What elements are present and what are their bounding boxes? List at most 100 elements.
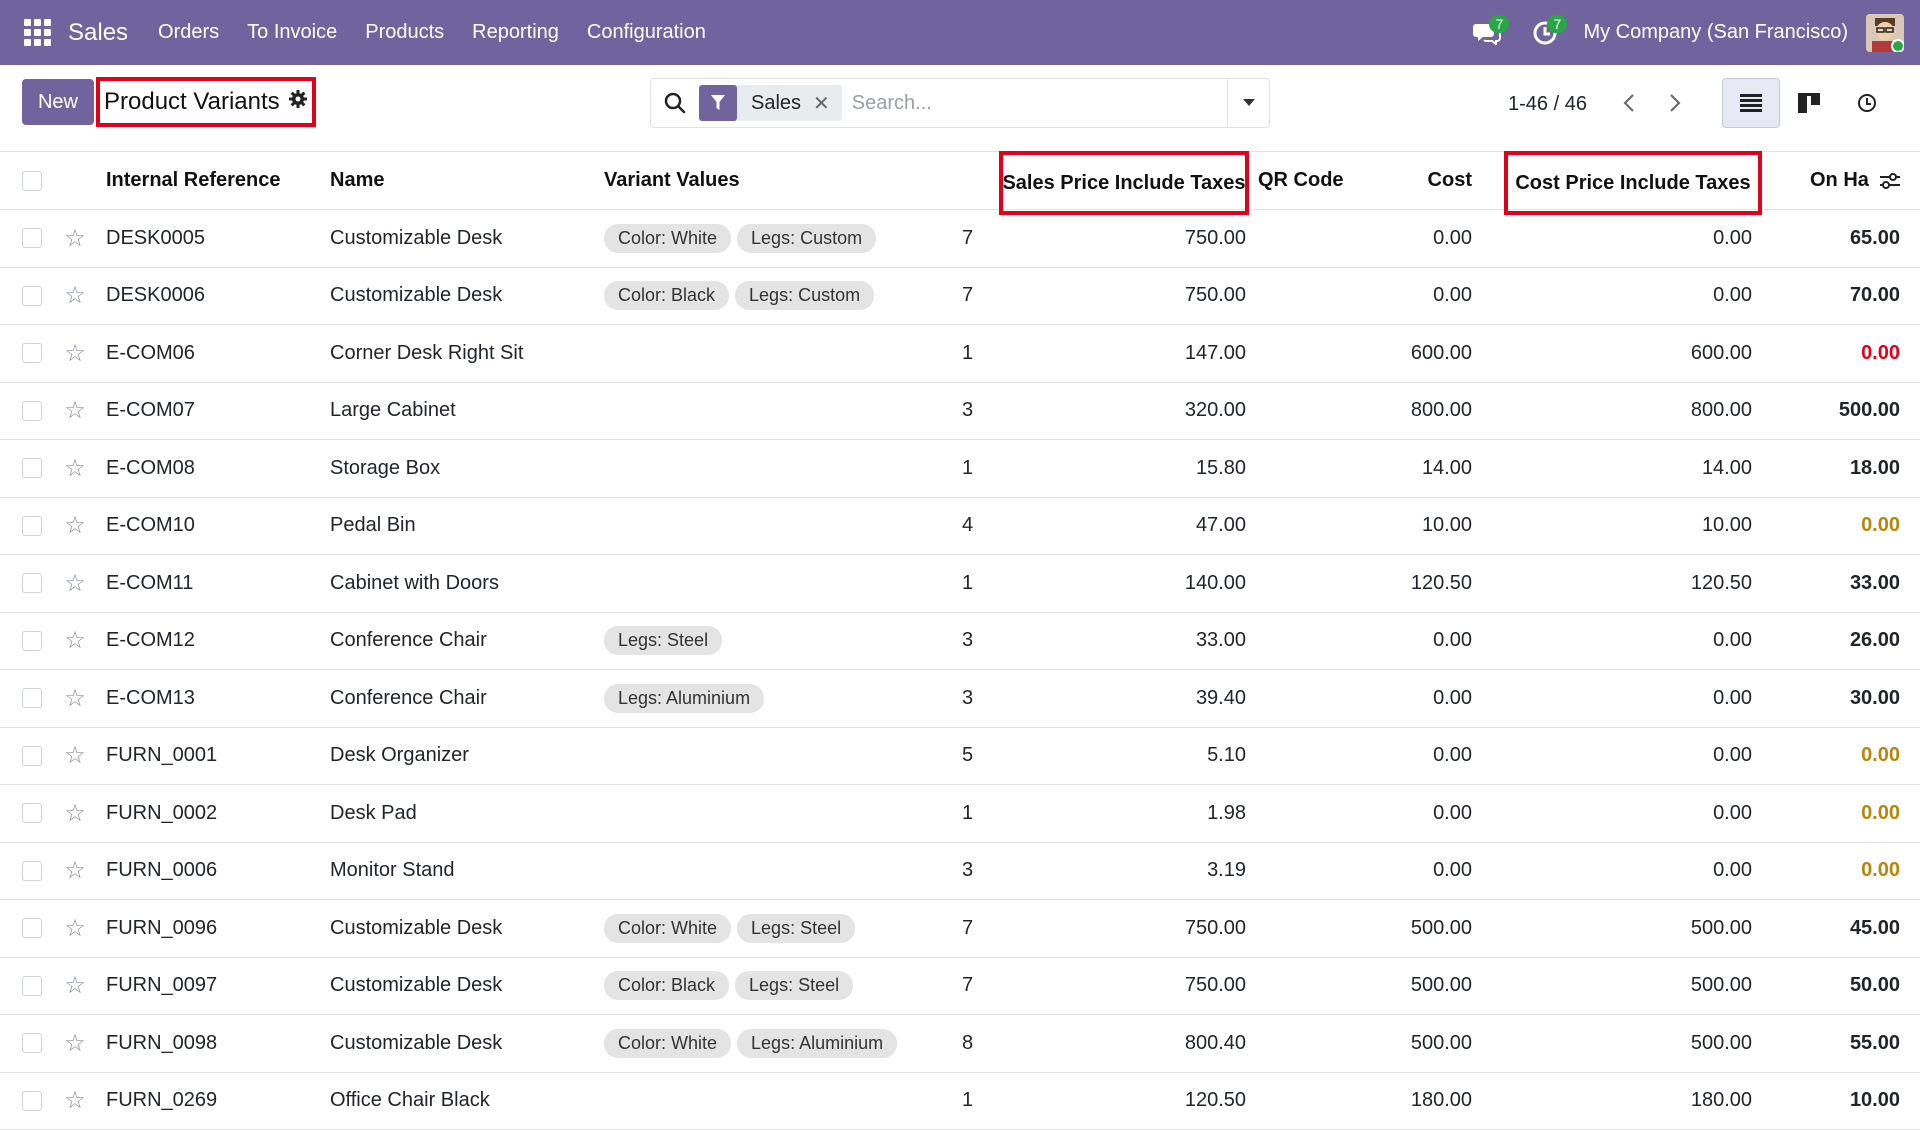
column-header-variant-values[interactable]: Variant Values [604,152,964,209]
favorite-star-icon[interactable]: ☆ [62,1015,88,1072]
menu-products[interactable]: Products [365,21,444,44]
favorite-star-icon[interactable]: ☆ [62,728,88,785]
menu-configuration[interactable]: Configuration [587,21,706,44]
cell-on-hand: 70.00 [1760,268,1900,325]
menu-orders[interactable]: Orders [158,21,219,44]
pager-previous-button[interactable] [1614,87,1644,119]
select-all-checkbox[interactable] [22,152,44,209]
favorite-star-icon[interactable]: ☆ [62,440,88,497]
remove-facet-icon[interactable]: ✕ [813,91,842,116]
table-row[interactable]: ☆DESK0006Customizable DeskColor: BlackLe… [0,268,1920,326]
cell-cost-price-include-taxes: 120.50 [1500,555,1752,612]
list-view-button[interactable] [1722,78,1780,128]
row-checkbox[interactable] [22,268,44,325]
apps-menu-icon[interactable] [24,19,52,47]
cell-cost: 600.00 [1260,325,1472,382]
table-row[interactable]: ☆FURN_0097Customizable DeskColor: BlackL… [0,958,1920,1016]
menu-reporting[interactable]: Reporting [472,21,559,44]
row-checkbox[interactable] [22,785,44,842]
favorite-star-icon[interactable]: ☆ [62,670,88,727]
cell-name: Corner Desk Right Sit [330,325,600,382]
row-checkbox[interactable] [22,555,44,612]
column-header-cost[interactable]: Cost [1380,152,1472,209]
kanban-view-button[interactable] [1780,78,1838,128]
clock-icon [1857,93,1877,113]
favorite-star-icon[interactable]: ☆ [62,958,88,1015]
cell-sales-price-include-taxes: 800.40 [1000,1015,1246,1072]
search-input[interactable] [852,92,1227,115]
table-row[interactable]: ☆E-COM13Conference ChairLegs: Aluminium3… [0,670,1920,728]
cell-on-hand: 55.00 [1760,1015,1900,1072]
column-header-name[interactable]: Name [330,152,600,209]
column-header-internal-reference[interactable]: Internal Reference [106,152,316,209]
table-row[interactable]: ☆E-COM06Corner Desk Right Sit1147.00600.… [0,325,1920,383]
favorite-star-icon[interactable]: ☆ [62,325,88,382]
messages-button[interactable]: 7 [1467,13,1507,53]
table-row[interactable]: ☆E-COM08Storage Box115.8014.0014.0018.00 [0,440,1920,498]
new-button[interactable]: New [22,79,94,125]
favorite-star-icon[interactable]: ☆ [62,1073,88,1130]
row-checkbox[interactable] [22,843,44,900]
cell-qr-code: 1 [962,555,974,612]
cell-sales-price-include-taxes: 120.50 [1000,1073,1246,1130]
chevron-left-icon [1622,93,1636,113]
row-checkbox[interactable] [22,958,44,1015]
cell-cost-price-include-taxes: 800.00 [1500,383,1752,440]
search-options-toggle[interactable] [1227,79,1269,127]
activities-button[interactable]: 7 [1525,13,1565,53]
user-avatar[interactable] [1866,14,1904,52]
favorite-star-icon[interactable]: ☆ [62,613,88,670]
row-checkbox[interactable] [22,900,44,957]
row-checkbox[interactable] [22,210,44,267]
app-name[interactable]: Sales [68,19,128,47]
row-checkbox[interactable] [22,1073,44,1130]
favorite-star-icon[interactable]: ☆ [62,555,88,612]
row-checkbox[interactable] [22,613,44,670]
cell-sales-price-include-taxes: 3.19 [1000,843,1246,900]
favorite-star-icon[interactable]: ☆ [62,383,88,440]
column-header-on-hand[interactable]: On Ha [1810,152,1910,209]
pager-value[interactable]: 1-46 / 46 [1508,93,1587,116]
favorite-star-icon[interactable]: ☆ [62,268,88,325]
table-row[interactable]: ☆FURN_0096Customizable DeskColor: WhiteL… [0,900,1920,958]
row-checkbox[interactable] [22,440,44,497]
table-row[interactable]: ☆FURN_0006Monitor Stand33.190.000.000.00 [0,843,1920,901]
column-header-qr-code[interactable]: QR Code [1258,152,1378,209]
favorite-star-icon[interactable]: ☆ [62,498,88,555]
table-row[interactable]: ☆FURN_0269Office Chair Black1120.50180.0… [0,1073,1920,1130]
cell-name: Monitor Stand [330,843,600,900]
breadcrumb: Product Variants [96,77,316,127]
search-icon[interactable] [651,92,699,114]
cell-cost: 0.00 [1260,210,1472,267]
favorite-star-icon[interactable]: ☆ [62,785,88,842]
cell-sales-price-include-taxes: 140.00 [1000,555,1246,612]
cell-cost-price-include-taxes: 14.00 [1500,440,1752,497]
activity-view-button[interactable] [1838,78,1896,128]
row-checkbox[interactable] [22,1015,44,1072]
table-row[interactable]: ☆FURN_0098Customizable DeskColor: WhiteL… [0,1015,1920,1073]
row-checkbox[interactable] [22,383,44,440]
company-switcher[interactable]: My Company (San Francisco) [1583,21,1848,44]
favorite-star-icon[interactable]: ☆ [62,843,88,900]
variant-value-tag: Color: Black [604,971,729,1000]
table-row[interactable]: ☆DESK0005Customizable DeskColor: WhiteLe… [0,210,1920,268]
favorite-star-icon[interactable]: ☆ [62,210,88,267]
row-checkbox[interactable] [22,670,44,727]
table-row[interactable]: ☆E-COM11Cabinet with Doors1140.00120.501… [0,555,1920,613]
menu-to-invoice[interactable]: To Invoice [247,21,337,44]
table-row[interactable]: ☆E-COM10Pedal Bin447.0010.0010.000.00 [0,498,1920,556]
row-checkbox[interactable] [22,325,44,382]
table-row[interactable]: ☆FURN_0002Desk Pad11.980.000.000.00 [0,785,1920,843]
pager-next-button[interactable] [1660,87,1690,119]
table-row[interactable]: ☆E-COM12Conference ChairLegs: Steel333.0… [0,613,1920,671]
favorite-star-icon[interactable]: ☆ [62,900,88,957]
column-header-sales-price-include-taxes[interactable]: Sales Price Include Taxes [999,151,1249,215]
gear-icon[interactable] [288,89,308,115]
column-header-cost-price-include-taxes[interactable]: Cost Price Include Taxes [1504,151,1762,215]
row-checkbox[interactable] [22,498,44,555]
table-row[interactable]: ☆E-COM07Large Cabinet3320.00800.00800.00… [0,383,1920,441]
cell-cost-price-include-taxes: 0.00 [1500,670,1752,727]
table-row[interactable]: ☆FURN_0001Desk Organizer55.100.000.000.0… [0,728,1920,786]
row-checkbox[interactable] [22,728,44,785]
optional-columns-icon[interactable] [1879,171,1901,191]
